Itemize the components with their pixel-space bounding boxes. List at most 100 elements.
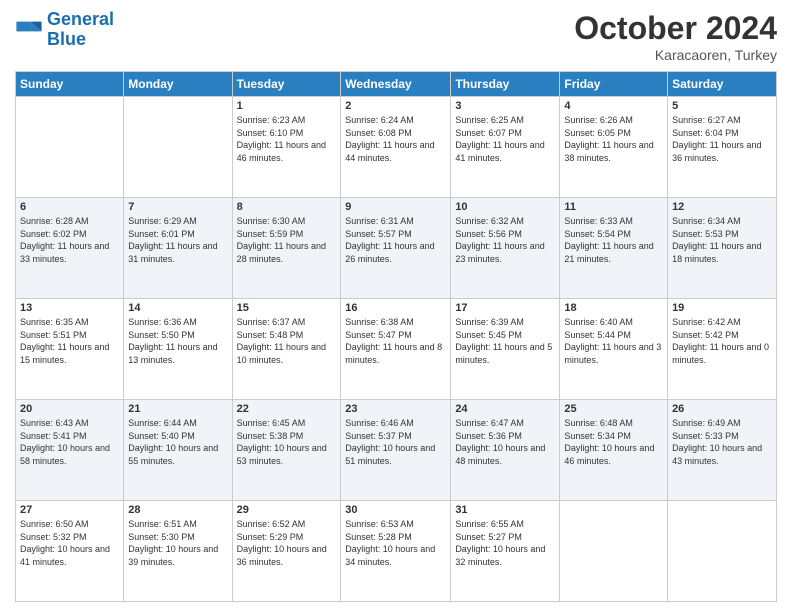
- day-info: Sunrise: 6:25 AMSunset: 6:07 PMDaylight:…: [455, 114, 555, 164]
- day-number: 5: [672, 100, 772, 112]
- calendar-cell: [16, 97, 124, 198]
- calendar-cell: 12 Sunrise: 6:34 AMSunset: 5:53 PMDayligh…: [668, 198, 777, 299]
- calendar-day-header: Friday: [560, 72, 668, 97]
- day-number: 1: [237, 100, 337, 112]
- calendar-cell: 2Sunrise: 6:24 AMSunset: 6:08 PMDaylight…: [341, 97, 451, 198]
- calendar-cell: 25 Sunrise: 6:48 AMSunset: 5:34 PMDayligh…: [560, 400, 668, 501]
- day-number: 17: [455, 302, 555, 314]
- calendar-week-row: 13Sunrise: 6:35 AMSunset: 5:51 PMDayligh…: [16, 299, 777, 400]
- calendar-cell: [560, 501, 668, 602]
- day-info: Sunrise: 6:46 AMSunset: 5:37 PMDaylight:…: [345, 417, 446, 467]
- calendar-week-row: 6 Sunrise: 6:28 AMSunset: 6:02 PMDaylight…: [16, 198, 777, 299]
- day-info: Sunrise: 6:33 AMSunset: 5:54 PMDaylight:…: [564, 215, 663, 265]
- calendar-day-header: Tuesday: [232, 72, 341, 97]
- day-number: 12: [672, 201, 772, 213]
- calendar-cell: 7 Sunrise: 6:29 AMSunset: 6:01 PMDaylight…: [124, 198, 232, 299]
- calendar-table: SundayMondayTuesdayWednesdayThursdayFrid…: [15, 71, 777, 602]
- day-info: Sunrise: 6:37 AMSunset: 5:48 PMDaylight:…: [237, 316, 337, 366]
- calendar-cell: 28 Sunrise: 6:51 AMSunset: 5:30 PMDayligh…: [124, 501, 232, 602]
- day-info: Sunrise: 6:43 AMSunset: 5:41 PMDaylight:…: [20, 417, 119, 467]
- logo-icon: [15, 16, 43, 44]
- calendar-cell: 26Sunrise: 6:49 AMSunset: 5:33 PMDayligh…: [668, 400, 777, 501]
- calendar-cell: 4Sunrise: 6:26 AMSunset: 6:05 PMDaylight…: [560, 97, 668, 198]
- calendar-week-row: 20 Sunrise: 6:43 AMSunset: 5:41 PMDayligh…: [16, 400, 777, 501]
- day-number: 30: [345, 504, 446, 516]
- day-number: 4: [564, 100, 663, 112]
- calendar-cell: 6 Sunrise: 6:28 AMSunset: 6:02 PMDaylight…: [16, 198, 124, 299]
- calendar-cell: 16 Sunrise: 6:38 AMSunset: 5:47 PMDayligh…: [341, 299, 451, 400]
- calendar-week-row: 27Sunrise: 6:50 AMSunset: 5:32 PMDayligh…: [16, 501, 777, 602]
- day-info: Sunrise: 6:24 AMSunset: 6:08 PMDaylight:…: [345, 114, 446, 164]
- day-number: 16: [345, 302, 446, 314]
- calendar-cell: 1 Sunrise: 6:23 AMSunset: 6:10 PMDaylight…: [232, 97, 341, 198]
- calendar-cell: [124, 97, 232, 198]
- day-number: 7: [128, 201, 227, 213]
- logo-general: General: [47, 9, 114, 29]
- calendar-cell: 14 Sunrise: 6:36 AMSunset: 5:50 PMDayligh…: [124, 299, 232, 400]
- calendar-cell: 17 Sunrise: 6:39 AMSunset: 5:45 PMDayligh…: [451, 299, 560, 400]
- calendar-day-header: Saturday: [668, 72, 777, 97]
- day-number: 18: [564, 302, 663, 314]
- day-number: 11: [564, 201, 663, 213]
- day-info: Sunrise: 6:36 AMSunset: 5:50 PMDaylight:…: [128, 316, 227, 366]
- day-number: 22: [237, 403, 337, 415]
- calendar-week-row: 1 Sunrise: 6:23 AMSunset: 6:10 PMDaylight…: [16, 97, 777, 198]
- calendar-cell: 8 Sunrise: 6:30 AMSunset: 5:59 PMDaylight…: [232, 198, 341, 299]
- calendar-cell: 15Sunrise: 6:37 AMSunset: 5:48 PMDayligh…: [232, 299, 341, 400]
- day-info: Sunrise: 6:31 AMSunset: 5:57 PMDaylight:…: [345, 215, 446, 265]
- day-number: 10: [455, 201, 555, 213]
- calendar-day-header: Thursday: [451, 72, 560, 97]
- calendar-cell: 24 Sunrise: 6:47 AMSunset: 5:36 PMDayligh…: [451, 400, 560, 501]
- day-info: Sunrise: 6:28 AMSunset: 6:02 PMDaylight:…: [20, 215, 119, 265]
- day-number: 8: [237, 201, 337, 213]
- calendar-day-header: Wednesday: [341, 72, 451, 97]
- day-info: Sunrise: 6:47 AMSunset: 5:36 PMDaylight:…: [455, 417, 555, 467]
- day-number: 25: [564, 403, 663, 415]
- day-number: 28: [128, 504, 227, 516]
- calendar-cell: 27Sunrise: 6:50 AMSunset: 5:32 PMDayligh…: [16, 501, 124, 602]
- day-number: 29: [237, 504, 337, 516]
- day-number: 27: [20, 504, 119, 516]
- calendar-cell: 13Sunrise: 6:35 AMSunset: 5:51 PMDayligh…: [16, 299, 124, 400]
- header: General Blue October 2024 Karacaoren, Tu…: [15, 10, 777, 63]
- calendar-cell: 30 Sunrise: 6:53 AMSunset: 5:28 PMDayligh…: [341, 501, 451, 602]
- day-info: Sunrise: 6:55 AMSunset: 5:27 PMDaylight:…: [455, 518, 555, 568]
- day-number: 26: [672, 403, 772, 415]
- day-number: 19: [672, 302, 772, 314]
- day-number: 24: [455, 403, 555, 415]
- day-info: Sunrise: 6:48 AMSunset: 5:34 PMDaylight:…: [564, 417, 663, 467]
- location: Karacaoren, Turkey: [574, 47, 777, 63]
- calendar-cell: 21 Sunrise: 6:44 AMSunset: 5:40 PMDayligh…: [124, 400, 232, 501]
- day-info: Sunrise: 6:30 AMSunset: 5:59 PMDaylight:…: [237, 215, 337, 265]
- calendar-cell: 5Sunrise: 6:27 AMSunset: 6:04 PMDaylight…: [668, 97, 777, 198]
- logo-text: General Blue: [47, 10, 114, 50]
- day-info: Sunrise: 6:38 AMSunset: 5:47 PMDaylight:…: [345, 316, 446, 366]
- page: General Blue October 2024 Karacaoren, Tu…: [0, 0, 792, 612]
- calendar-cell: 11 Sunrise: 6:33 AMSunset: 5:54 PMDayligh…: [560, 198, 668, 299]
- day-info: Sunrise: 6:23 AMSunset: 6:10 PMDaylight:…: [237, 114, 337, 164]
- calendar-day-header: Monday: [124, 72, 232, 97]
- day-number: 31: [455, 504, 555, 516]
- calendar-cell: 19Sunrise: 6:42 AMSunset: 5:42 PMDayligh…: [668, 299, 777, 400]
- day-number: 13: [20, 302, 119, 314]
- day-number: 20: [20, 403, 119, 415]
- calendar-cell: 23 Sunrise: 6:46 AMSunset: 5:37 PMDayligh…: [341, 400, 451, 501]
- day-info: Sunrise: 6:39 AMSunset: 5:45 PMDaylight:…: [455, 316, 555, 366]
- calendar-cell: 29 Sunrise: 6:52 AMSunset: 5:29 PMDayligh…: [232, 501, 341, 602]
- calendar-cell: 31 Sunrise: 6:55 AMSunset: 5:27 PMDayligh…: [451, 501, 560, 602]
- day-number: 21: [128, 403, 227, 415]
- calendar-day-header: Sunday: [16, 72, 124, 97]
- day-info: Sunrise: 6:29 AMSunset: 6:01 PMDaylight:…: [128, 215, 227, 265]
- calendar-cell: 20 Sunrise: 6:43 AMSunset: 5:41 PMDayligh…: [16, 400, 124, 501]
- day-number: 14: [128, 302, 227, 314]
- day-info: Sunrise: 6:51 AMSunset: 5:30 PMDaylight:…: [128, 518, 227, 568]
- day-info: Sunrise: 6:53 AMSunset: 5:28 PMDaylight:…: [345, 518, 446, 568]
- day-number: 6: [20, 201, 119, 213]
- day-info: Sunrise: 6:40 AMSunset: 5:44 PMDaylight:…: [564, 316, 663, 366]
- day-info: Sunrise: 6:34 AMSunset: 5:53 PMDaylight:…: [672, 215, 772, 265]
- day-info: Sunrise: 6:52 AMSunset: 5:29 PMDaylight:…: [237, 518, 337, 568]
- calendar-header-row: SundayMondayTuesdayWednesdayThursdayFrid…: [16, 72, 777, 97]
- day-number: 23: [345, 403, 446, 415]
- day-info: Sunrise: 6:44 AMSunset: 5:40 PMDaylight:…: [128, 417, 227, 467]
- calendar-cell: 3Sunrise: 6:25 AMSunset: 6:07 PMDaylight…: [451, 97, 560, 198]
